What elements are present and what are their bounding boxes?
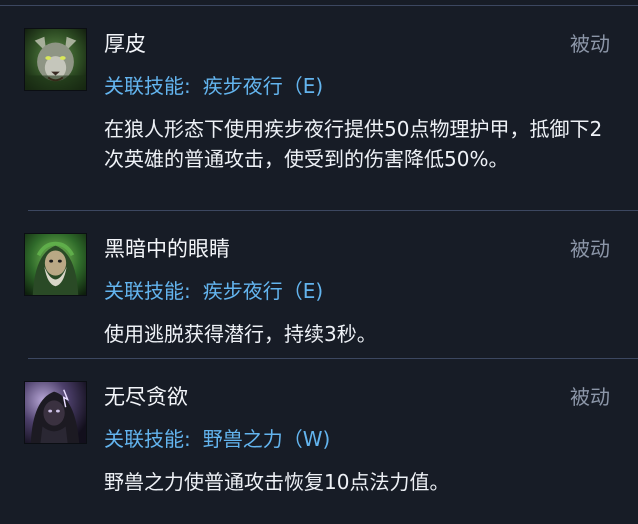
linked-skill-row: 关联技能: 疾步夜行（E) [104, 277, 323, 305]
talent-item-thick-skin[interactable]: 厚皮 被动 关联技能: 疾步夜行（E) 在狼人形态下使用疾步夜行提供50点物理护甲… [0, 6, 638, 211]
linked-skill-label: 关联技能: [104, 279, 191, 303]
talent-description: 野兽之力使普通攻击恢复10点法力值。 [104, 470, 450, 494]
linked-skill-name: 疾步夜行（E) [202, 279, 324, 303]
talent-item-eyes-in-dark[interactable]: 黑暗中的眼睛 被动 关联技能: 疾步夜行（E) 使用逃脱获得潜行，持续3秒。 [0, 211, 638, 359]
linked-skill-label: 关联技能: [104, 74, 191, 98]
linked-skill-row: 关联技能: 野兽之力（W) [104, 425, 330, 453]
linked-skill-name: 野兽之力（W) [202, 427, 331, 451]
talent-name: 厚皮 [104, 32, 146, 56]
hooded-figure-icon [24, 233, 87, 296]
talent-type-label: 被动 [570, 32, 610, 56]
linked-skill-name: 疾步夜行（E) [202, 74, 324, 98]
werewolf-portrait-icon [24, 28, 87, 91]
linked-skill-row: 关联技能: 疾步夜行（E) [104, 72, 323, 100]
talent-type-label: 被动 [570, 385, 610, 409]
talent-list: 厚皮 被动 关联技能: 疾步夜行（E) 在狼人形态下使用疾步夜行提供50点物理护甲… [0, 6, 638, 524]
talent-description: 在狼人形态下使用疾步夜行提供50点物理护甲，抵御下2次英雄的普通攻击，使受到的伤… [104, 117, 603, 171]
linked-skill-label: 关联技能: [104, 427, 191, 451]
dark-hooded-figure-icon [24, 381, 87, 444]
talent-item-endless-greed[interactable]: 无尽贪欲 被动 关联技能: 野兽之力（W) 野兽之力使普通攻击恢复10点法力值。 [0, 359, 638, 524]
talent-description: 使用逃脱获得潜行，持续3秒。 [104, 322, 377, 346]
talent-type-label: 被动 [570, 237, 610, 261]
talent-name: 无尽贪欲 [104, 385, 188, 409]
talent-name: 黑暗中的眼睛 [104, 237, 230, 261]
